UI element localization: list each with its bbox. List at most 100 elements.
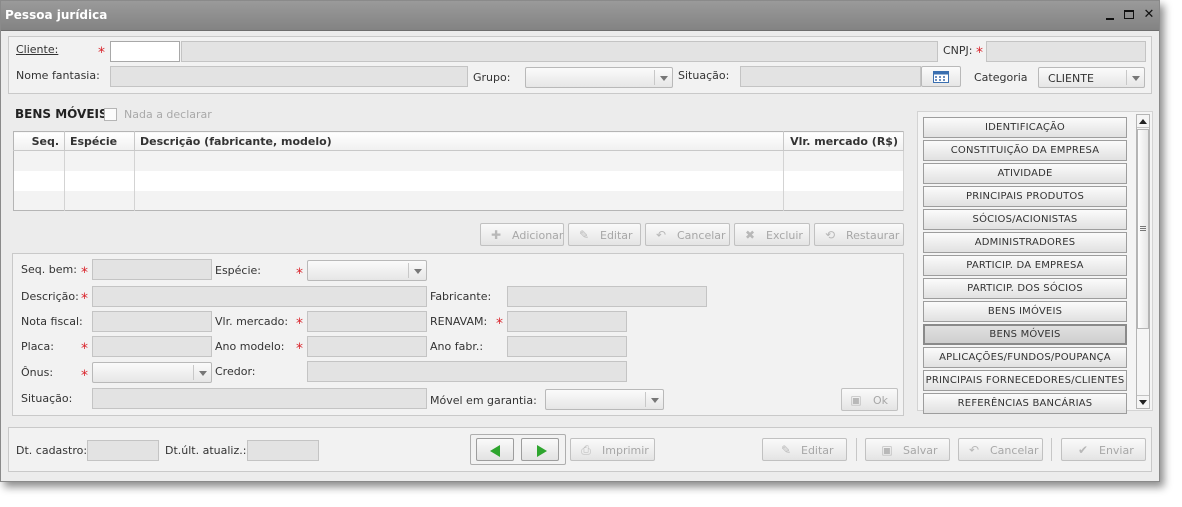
next-record-button[interactable] xyxy=(521,438,559,461)
nav-item[interactable]: PARTICIP. DA EMPRESA xyxy=(923,255,1127,276)
credor-label: Credor: xyxy=(215,365,256,378)
fabricante-label: Fabricante: xyxy=(430,290,492,303)
enviar-button[interactable]: ✔ Enviar xyxy=(1061,438,1146,461)
nav-item[interactable]: IDENTIFICAÇÃO xyxy=(923,117,1127,138)
excluir-button[interactable]: ✖ Excluir xyxy=(734,223,810,246)
scroll-down-icon[interactable] xyxy=(1137,395,1149,408)
table-row[interactable] xyxy=(13,190,904,211)
title-bar[interactable]: Pessoa jurídica ✕ xyxy=(1,1,1159,31)
ano-modelo-field xyxy=(307,336,427,357)
renavam-field xyxy=(507,311,627,332)
required-marker: * xyxy=(296,316,303,332)
nav-item[interactable]: PARTICIP. DOS SÓCIOS xyxy=(923,278,1127,299)
fabricante-field xyxy=(507,286,707,307)
dt-atualiz-label: Dt.últ. atualiz.: xyxy=(165,444,247,457)
grupo-select[interactable] xyxy=(525,67,673,88)
add-icon: ✚ xyxy=(490,228,502,242)
divider xyxy=(1051,438,1052,461)
cnpj-label: CNPJ: xyxy=(943,44,973,57)
especie-label: Espécie: xyxy=(215,264,262,277)
delete-icon: ✖ xyxy=(744,228,756,242)
nav-item[interactable]: BENS MÓVEIS xyxy=(923,324,1127,345)
scroll-thumb[interactable] xyxy=(1137,129,1149,329)
nav-item[interactable]: REFERÊNCIAS BANCÁRIAS xyxy=(923,393,1127,414)
situacao-bem-label: Situação: xyxy=(21,392,73,405)
nav-item[interactable]: ATIVIDADE xyxy=(923,163,1127,184)
check-icon: ✔ xyxy=(1077,443,1089,457)
required-marker: * xyxy=(496,316,503,332)
calendar-icon xyxy=(933,71,949,83)
situacao-label: Situação: xyxy=(678,69,730,82)
nome-fantasia-label: Nome fantasia: xyxy=(16,69,100,82)
nav-item[interactable]: SÓCIOS/ACIONISTAS xyxy=(923,209,1127,230)
cnpj-field xyxy=(986,41,1146,62)
grupo-label: Grupo: xyxy=(473,71,511,84)
previous-record-button[interactable] xyxy=(476,438,514,461)
printer-icon: ⎙ xyxy=(581,443,591,457)
nav-item[interactable]: PRINCIPAIS PRODUTOS xyxy=(923,186,1127,207)
cliente-label[interactable]: Cliente: xyxy=(16,43,58,56)
required-marker: * xyxy=(81,291,88,307)
editar-button[interactable]: ✎ Editar xyxy=(568,223,641,246)
chevron-down-icon xyxy=(645,392,663,407)
especie-select[interactable] xyxy=(307,260,427,281)
calendar-button[interactable] xyxy=(921,66,961,87)
ano-fabr-label: Ano fabr.: xyxy=(430,340,484,353)
vlr-mercado-field xyxy=(307,311,427,332)
onus-label: Ônus: xyxy=(21,366,54,379)
column-header-seq[interactable]: Seq. xyxy=(13,131,65,151)
client-header-panel: Cliente: * CNPJ: * Nome fantasia: Grupo:… xyxy=(8,36,1152,94)
maximize-icon[interactable] xyxy=(1122,8,1136,22)
save-icon: ▣ xyxy=(850,393,862,407)
required-marker: * xyxy=(98,45,105,61)
cliente-name-field xyxy=(181,41,938,62)
nav-scrollbar[interactable] xyxy=(1136,114,1150,409)
nada-declarar-label: Nada a declarar xyxy=(124,108,212,121)
ok-button[interactable]: ▣ Ok xyxy=(841,388,898,411)
ano-fabr-field xyxy=(507,336,627,357)
categoria-select[interactable]: CLIENTE xyxy=(1038,67,1145,88)
onus-select[interactable] xyxy=(92,362,212,383)
nav-item[interactable]: PRINCIPAIS FORNECEDORES/CLIENTES xyxy=(923,370,1127,391)
salvar-button[interactable]: ▣ Salvar xyxy=(865,438,950,461)
undo-icon: ↶ xyxy=(968,443,980,457)
nav-item[interactable]: APLICAÇÕES/FUNDOS/POUPANÇA xyxy=(923,347,1127,368)
placa-label: Placa: xyxy=(21,340,54,353)
undo-icon: ↶ xyxy=(655,228,667,242)
edit-icon: ✎ xyxy=(578,228,590,242)
footer-editar-button[interactable]: ✎ Editar xyxy=(762,438,847,461)
imprimir-button[interactable]: ⎙ Imprimir xyxy=(570,438,655,461)
categoria-value: CLIENTE xyxy=(1048,72,1094,85)
main-window: Pessoa jurídica ✕ Cliente: * CNPJ: * Nom… xyxy=(0,0,1160,482)
adicionar-button[interactable]: ✚ Adicionar xyxy=(480,223,564,246)
table-row[interactable] xyxy=(13,150,904,171)
movel-garantia-select[interactable] xyxy=(545,389,664,410)
column-header-descricao[interactable]: Descrição (fabricante, modelo) xyxy=(134,131,784,151)
close-icon[interactable]: ✕ xyxy=(1142,8,1156,22)
vlr-mercado-label: Vlr. mercado: xyxy=(215,315,289,328)
table-row[interactable] xyxy=(13,170,904,191)
ano-modelo-label: Ano modelo: xyxy=(215,340,285,353)
save-icon: ▣ xyxy=(881,443,893,457)
scroll-up-icon[interactable] xyxy=(1137,115,1149,128)
nav-item[interactable]: ADMINISTRADORES xyxy=(923,232,1127,253)
dt-cadastro-field xyxy=(87,440,159,461)
nada-declarar-checkbox[interactable] xyxy=(104,108,117,121)
placa-field xyxy=(92,336,212,357)
minimize-icon[interactable] xyxy=(1103,8,1117,22)
footer-cancelar-button[interactable]: ↶ Cancelar xyxy=(958,438,1043,461)
nav-item[interactable]: CONSTITUIÇÃO DA EMPRESA xyxy=(923,140,1127,161)
categoria-label: Categoria xyxy=(974,71,1028,84)
window-title: Pessoa jurídica xyxy=(5,8,108,22)
cliente-code-input[interactable] xyxy=(110,41,180,62)
column-header-especie[interactable]: Espécie xyxy=(64,131,135,151)
dt-atualiz-field xyxy=(247,440,319,461)
cancelar-button[interactable]: ↶ Cancelar xyxy=(645,223,730,246)
nav-item[interactable]: BENS IMÓVEIS xyxy=(923,301,1127,322)
nota-fiscal-field xyxy=(92,311,212,332)
restaurar-button[interactable]: ⟲ Restaurar xyxy=(814,223,904,246)
arrow-left-icon xyxy=(490,445,500,457)
movel-garantia-label: Móvel em garantia: xyxy=(430,394,537,407)
chevron-down-icon xyxy=(408,263,426,278)
column-header-vlr[interactable]: Vlr. mercado (R$) xyxy=(783,131,904,151)
